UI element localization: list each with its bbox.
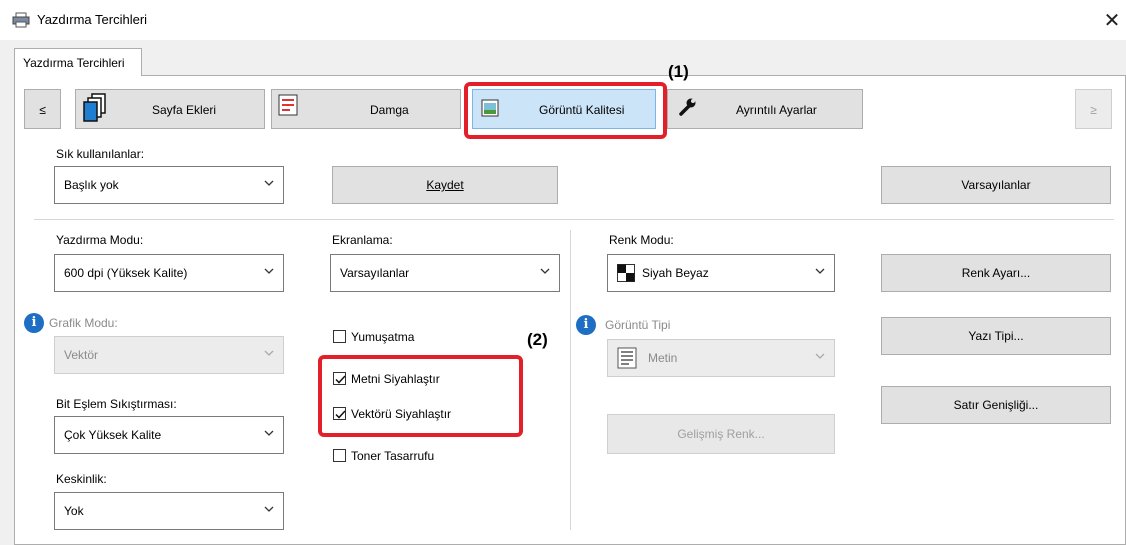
highlight-box-tab bbox=[464, 82, 667, 139]
print-mode-label: Yazdırma Modu: bbox=[56, 233, 144, 247]
toner-save-checkbox[interactable] bbox=[333, 449, 346, 462]
sharpness-value: Yok bbox=[64, 504, 84, 518]
tab-damga-label: Damga bbox=[370, 103, 409, 117]
callout-1: (1) bbox=[668, 62, 689, 81]
chevron-down-icon bbox=[264, 268, 274, 274]
chevron-down-icon bbox=[540, 268, 550, 274]
tab-print-preferences[interactable]: Yazdırma Tercihleri bbox=[14, 48, 142, 76]
info-icon: i bbox=[576, 315, 596, 335]
chevron-down-icon bbox=[264, 430, 274, 436]
tab-ayrintili-ayarlar[interactable]: Ayrıntılı Ayarlar bbox=[667, 89, 863, 129]
chevron-down-icon bbox=[815, 353, 825, 359]
line-width-button-label: Satır Genişliği... bbox=[953, 398, 1039, 412]
tab-scroll-right-button[interactable]: ≥ bbox=[1075, 89, 1112, 129]
favorites-select[interactable]: Başlık yok bbox=[54, 166, 284, 204]
bitmap-compression-label: Bit Eşlem Sıkıştırması: bbox=[56, 397, 177, 411]
tab-ayrintili-ayarlar-label: Ayrıntılı Ayarlar bbox=[736, 103, 817, 117]
tab-sayfa-ekleri-label: Sayfa Ekleri bbox=[152, 103, 217, 117]
save-button[interactable]: Kaydet bbox=[332, 166, 558, 204]
divider bbox=[34, 219, 1114, 220]
screening-select[interactable]: Varsayılanlar bbox=[330, 254, 560, 292]
tab-scroll-left-label: ≤ bbox=[39, 103, 46, 117]
graphics-mode-value: Vektör bbox=[64, 348, 99, 362]
highlight-box-checkboxes bbox=[318, 355, 523, 437]
printer-icon bbox=[12, 12, 30, 31]
chevron-down-icon bbox=[815, 268, 825, 274]
color-mode-label: Renk Modu: bbox=[609, 233, 674, 247]
bitmap-compression-select[interactable]: Çok Yüksek Kalite bbox=[54, 416, 284, 454]
color-adjust-button[interactable]: Renk Ayarı... bbox=[881, 254, 1111, 292]
window-title: Yazdırma Tercihleri bbox=[37, 12, 148, 27]
smoothing-checkbox[interactable] bbox=[333, 330, 346, 343]
print-mode-value: 600 dpi (Yüksek Kalite) bbox=[64, 266, 188, 280]
save-button-label: Kaydet bbox=[426, 178, 464, 192]
info-icon: i bbox=[24, 313, 44, 333]
bitmap-compression-value: Çok Yüksek Kalite bbox=[64, 428, 162, 442]
defaults-button[interactable]: Varsayılanlar bbox=[881, 166, 1111, 204]
print-mode-select[interactable]: 600 dpi (Yüksek Kalite) bbox=[54, 254, 284, 292]
defaults-button-label: Varsayılanlar bbox=[961, 178, 1031, 192]
black-white-icon bbox=[617, 264, 635, 285]
color-mode-select[interactable]: Siyah Beyaz bbox=[607, 254, 835, 292]
line-width-button[interactable]: Satır Genişliği... bbox=[881, 386, 1111, 424]
sharpness-select[interactable]: Yok bbox=[54, 492, 284, 530]
column-divider bbox=[570, 230, 571, 530]
chevron-down-icon bbox=[264, 506, 274, 512]
smoothing-label: Yumuşatma bbox=[351, 330, 415, 344]
tab-damga[interactable]: Damga bbox=[271, 89, 461, 129]
wrench-icon bbox=[678, 97, 698, 120]
color-adjust-button-label: Renk Ayarı... bbox=[961, 266, 1031, 280]
image-type-label: Görüntü Tipi bbox=[605, 318, 671, 332]
font-button[interactable]: Yazı Tipi... bbox=[881, 317, 1111, 355]
advanced-color-button[interactable]: Gelişmiş Renk... bbox=[607, 414, 835, 454]
image-type-value: Metin bbox=[648, 351, 678, 365]
tab-sayfa-ekleri[interactable]: Sayfa Ekleri bbox=[75, 89, 265, 129]
chevron-down-icon bbox=[264, 180, 274, 186]
callout-2: (2) bbox=[527, 330, 548, 349]
tab-scroll-right-label: ≥ bbox=[1090, 103, 1097, 117]
screening-label: Ekranlama: bbox=[332, 233, 393, 247]
image-type-select[interactable]: Metin bbox=[607, 339, 835, 377]
text-document-icon bbox=[617, 347, 637, 372]
close-button[interactable]: ✕ bbox=[1102, 8, 1122, 33]
color-mode-value: Siyah Beyaz bbox=[642, 266, 709, 280]
tab-scroll-left-button[interactable]: ≤ bbox=[24, 89, 61, 129]
sharpness-label: Keskinlik: bbox=[56, 472, 107, 486]
stamp-icon bbox=[278, 94, 298, 119]
title-bar: Yazdırma Tercihleri ✕ bbox=[0, 0, 1126, 40]
tab-print-preferences-label: Yazdırma Tercihleri bbox=[23, 56, 125, 70]
graphics-mode-label: Grafik Modu: bbox=[49, 316, 118, 330]
graphics-mode-select[interactable]: Vektör bbox=[54, 336, 284, 374]
toner-save-label: Toner Tasarrufu bbox=[351, 449, 435, 463]
favorites-label: Sık kullanılanlar: bbox=[56, 147, 145, 161]
screening-value: Varsayılanlar bbox=[340, 266, 410, 280]
chevron-down-icon bbox=[264, 350, 274, 356]
favorites-value: Başlık yok bbox=[64, 178, 119, 192]
pages-icon bbox=[83, 93, 107, 126]
font-button-label: Yazı Tipi... bbox=[968, 329, 1024, 343]
advanced-color-button-label: Gelişmiş Renk... bbox=[677, 427, 765, 441]
